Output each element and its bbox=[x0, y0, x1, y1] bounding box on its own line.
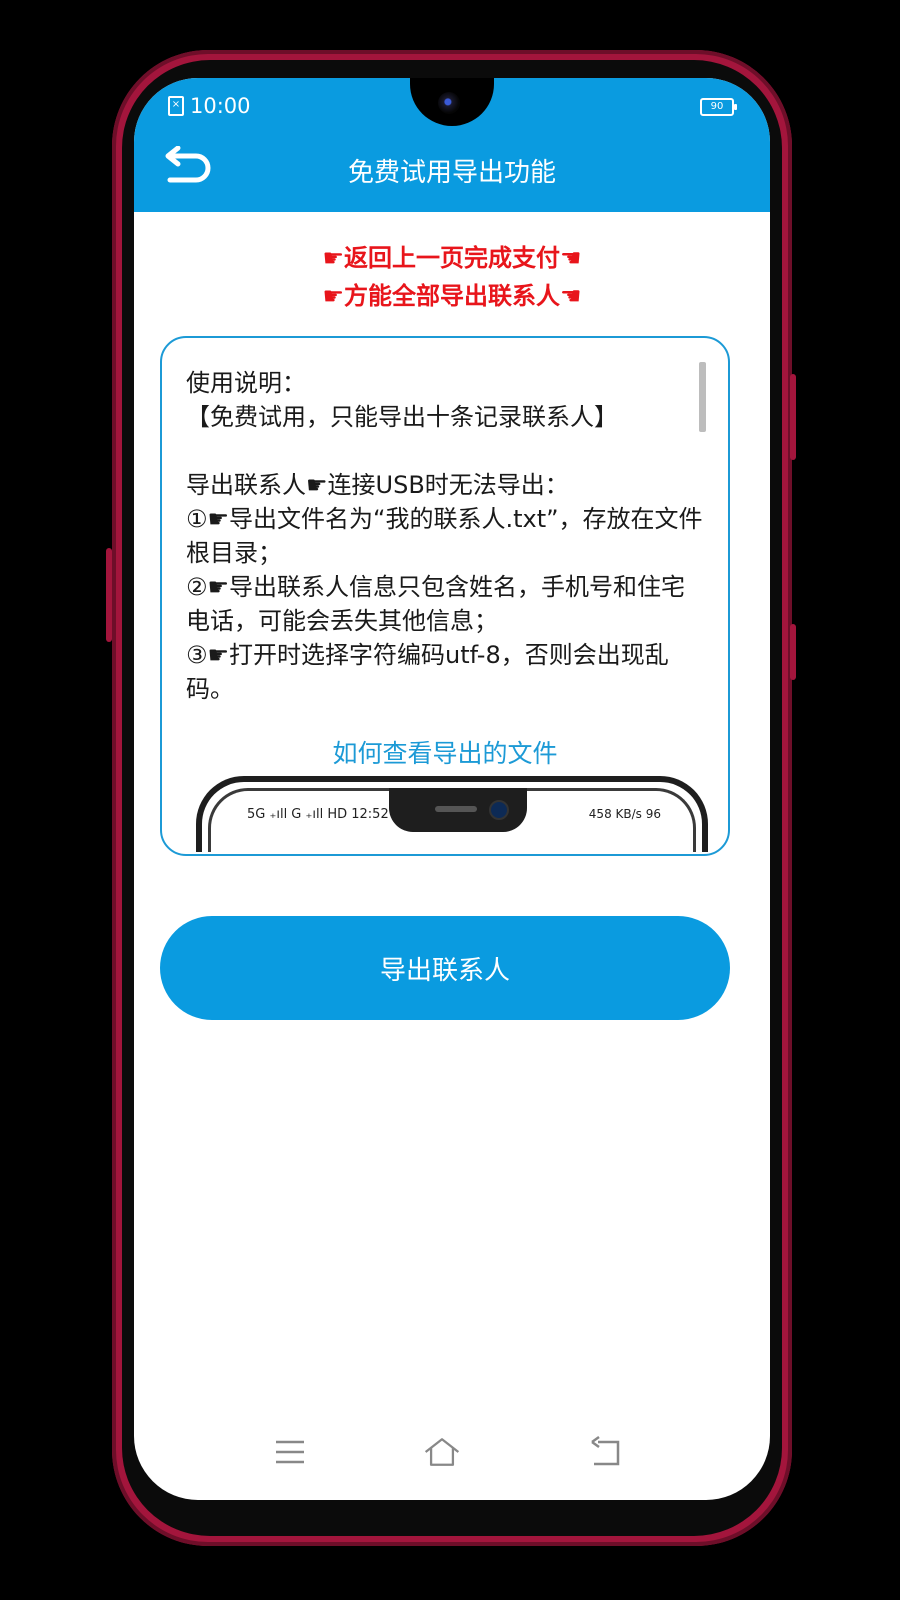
screen: × 10:00 90 免费试用导出功能 ☛返回上一页完成支付☚ ☛方能全部导出联… bbox=[134, 78, 770, 1500]
pointing-hand-icon: ☛ bbox=[322, 282, 344, 310]
notice-pay-text: 返回上一页完成支付 bbox=[344, 244, 560, 272]
illustration-status-left: 5G ₊ıll G ₊ıll HD 12:52 % bbox=[247, 807, 406, 822]
home-icon[interactable] bbox=[422, 1432, 462, 1472]
status-bar-left: × 10:00 bbox=[168, 94, 251, 118]
back-icon[interactable] bbox=[586, 1432, 626, 1472]
phone-illustration: 5G ₊ıll G ₊ıll HD 12:52 % 458 KB/s 96 bbox=[196, 776, 708, 852]
pointing-hand-icon: ☚ bbox=[560, 282, 582, 310]
notice-export-all-text: 方能全部导出联系人 bbox=[344, 282, 560, 310]
volume-button bbox=[106, 548, 112, 642]
export-contacts-button[interactable]: 导出联系人 bbox=[160, 916, 730, 1020]
camera-icon bbox=[489, 800, 509, 820]
scrollbar[interactable] bbox=[699, 362, 706, 432]
pointing-hand-icon: ☛ bbox=[322, 244, 344, 272]
instructions-scroll-area[interactable]: 使用说明： 【免费试用，只能导出十条记录联系人】 导出联系人☛连接USB时无法导… bbox=[162, 338, 728, 854]
page-title: 免费试用导出功能 bbox=[347, 158, 556, 188]
pointing-hand-icon: ☚ bbox=[560, 244, 582, 272]
front-camera bbox=[438, 92, 460, 114]
power-button bbox=[790, 374, 796, 460]
illustration-notch bbox=[389, 788, 527, 832]
instructions-card[interactable]: 使用说明： 【免费试用，只能导出十条记录联系人】 导出联系人☛连接USB时无法导… bbox=[160, 336, 730, 856]
status-time: 10:00 bbox=[190, 94, 251, 118]
menu-icon[interactable] bbox=[270, 1432, 310, 1472]
side-button bbox=[790, 624, 796, 680]
speaker-icon bbox=[435, 806, 477, 812]
notice-export-all: ☛方能全部导出联系人☚ bbox=[134, 276, 770, 311]
phone-illustration-screen: 5G ₊ıll G ₊ıll HD 12:52 % 458 KB/s 96 bbox=[208, 788, 696, 852]
notice-pay: ☛返回上一页完成支付☚ bbox=[134, 238, 770, 273]
help-link[interactable]: 如何查看导出的文件 bbox=[162, 734, 728, 770]
navigation-bar bbox=[134, 1432, 770, 1472]
battery-icon: 90 bbox=[700, 98, 737, 116]
instructions-text: 使用说明： 【免费试用，只能导出十条记录联系人】 导出联系人☛连接USB时无法导… bbox=[186, 369, 703, 703]
illustration-status-right: 458 KB/s 96 bbox=[588, 807, 661, 821]
sim-card-icon: × bbox=[168, 96, 184, 116]
